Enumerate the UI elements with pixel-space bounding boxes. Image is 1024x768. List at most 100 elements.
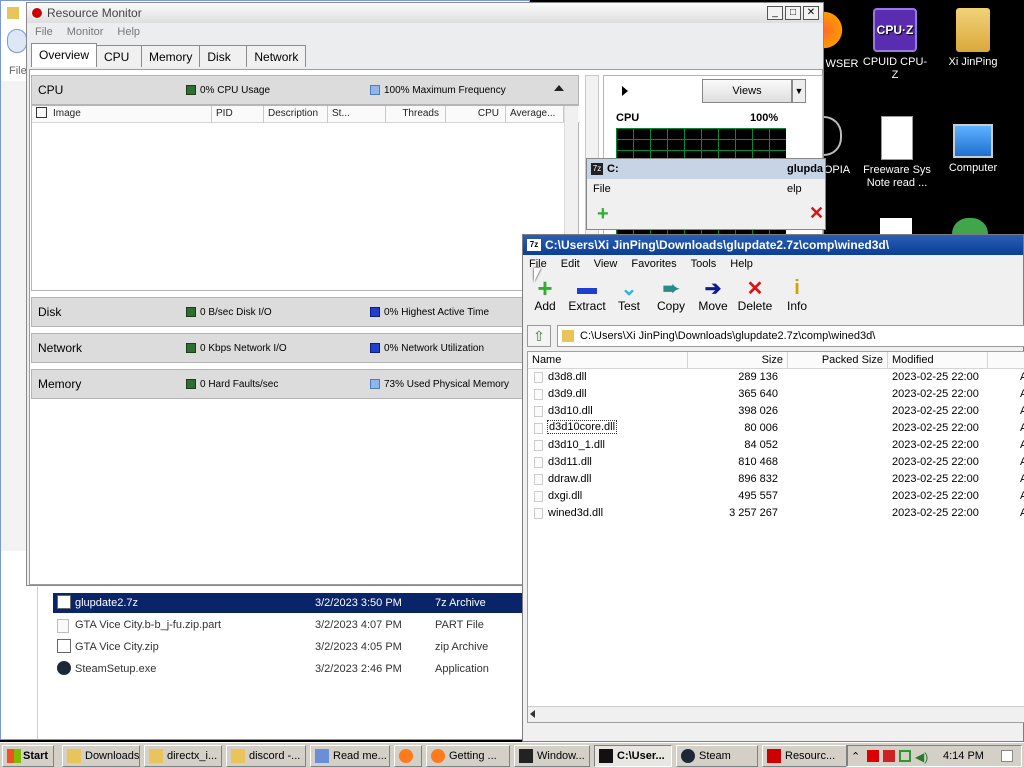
network-icon[interactable] <box>899 750 911 762</box>
file-row[interactable]: d3d10.dll 398 026 2023-02-25 22:00 A <box>528 403 1024 420</box>
action-center-flag-icon[interactable] <box>867 750 879 762</box>
taskbar-item[interactable]: directx_i... <box>144 745 222 767</box>
tab-memory[interactable]: Memory <box>141 45 201 67</box>
collapse-arrow-icon[interactable] <box>554 85 564 91</box>
column-description[interactable]: Description <box>264 106 328 123</box>
column-threads[interactable]: Threads <box>386 106 446 123</box>
file-row[interactable]: d3d10core.dll 80 006 2023-02-25 22:00 A <box>528 420 1024 437</box>
file-name: d3d8.dll <box>548 371 587 383</box>
column-status[interactable]: St... <box>328 106 386 123</box>
taskbar-item[interactable]: discord -... <box>226 745 306 767</box>
chevron-up-icon[interactable]: ⌃ <box>851 750 860 763</box>
tab-overview[interactable]: Overview <box>31 43 98 67</box>
file-rows: d3d8.dll 289 136 2023-02-25 22:00 Ad3d9.dll… <box>528 369 1024 522</box>
tab-network[interactable]: Network <box>246 45 307 67</box>
file-row[interactable]: wined3d.dll 3 257 267 2023-02-25 22:00 A <box>528 505 1024 522</box>
file-size: 495 557 <box>738 490 778 502</box>
7zip-icon <box>599 749 613 763</box>
add-button[interactable]: + Add <box>525 273 565 314</box>
column-average-cpu[interactable]: Average... <box>506 106 564 123</box>
column-name[interactable]: Name <box>528 352 688 369</box>
file-attributes: A <box>1020 507 1024 519</box>
menu-view[interactable]: View <box>594 258 618 270</box>
file-row[interactable]: dxgi.dll 495 557 2023-02-25 22:00 A <box>528 488 1024 505</box>
taskbar-item-label: Window... <box>537 750 585 762</box>
tab-cpu[interactable]: CPU <box>96 45 143 67</box>
menu-help[interactable]: Help <box>117 26 140 38</box>
memory-section-header[interactable]: Memory 0 Hard Faults/sec 73% Used Physic… <box>31 369 579 399</box>
file-row[interactable]: glupdate2.7z 3/2/2023 3:50 PM 7z Archive <box>53 593 523 613</box>
maximize-button[interactable]: □ <box>785 6 801 20</box>
taskbar-item-label: Read me... <box>333 750 387 762</box>
tab-disk[interactable]: Disk <box>199 45 248 67</box>
folder-icon <box>562 330 574 342</box>
file-row[interactable]: GTA Vice City.b-b_j-fu.zip.part 3/2/2023… <box>53 615 523 635</box>
expand-arrow-icon[interactable] <box>622 86 628 96</box>
taskbar-item[interactable]: Downloads <box>62 745 140 767</box>
taskbar-item[interactable]: Window... <box>514 745 590 767</box>
views-button[interactable]: Views <box>702 79 792 103</box>
column-size[interactable]: Size <box>688 352 788 369</box>
minimize-button[interactable]: _ <box>767 6 783 20</box>
taskbar-item[interactable]: Resourc... <box>762 745 848 767</box>
column-modified[interactable]: Modified <box>888 352 988 369</box>
volume-icon[interactable]: ◀) <box>915 750 928 764</box>
file-row[interactable]: SteamSetup.exe 3/2/2023 2:46 PM Applicat… <box>53 659 523 679</box>
move-button[interactable]: ➔ Move <box>693 277 733 314</box>
menu-monitor[interactable]: Monitor <box>67 26 104 38</box>
desktop-icon-freeware-note[interactable]: Freeware Sys Note read ... <box>862 116 932 190</box>
test-button[interactable]: ⌄ Test <box>609 277 649 314</box>
menu-help[interactable]: Help <box>730 258 753 270</box>
views-dropdown-arrow[interactable]: ▼ <box>792 79 806 103</box>
resmon-titlebar[interactable]: Resource Monitor _ □ ✕ <box>27 3 823 23</box>
desktop-icon-user[interactable]: Xi JinPing <box>938 8 1008 69</box>
7zip-titlebar[interactable]: 7z C:\Users\Xi JinPing\Downloads\glupdat… <box>523 235 1023 255</box>
file-row[interactable]: d3d11.dll 810 468 2023-02-25 22:00 A <box>528 454 1024 471</box>
extract-button[interactable]: ▬ Extract <box>567 277 607 314</box>
column-packed-size[interactable]: Packed Size <box>788 352 888 369</box>
taskbar-item[interactable]: C:\User... <box>594 745 672 767</box>
steam-icon <box>57 661 71 675</box>
menu-favorites[interactable]: Favorites <box>631 258 676 270</box>
menu-file[interactable]: File <box>9 65 27 77</box>
clock[interactable]: 4:14 PM <box>943 750 984 762</box>
section-title: CPU <box>38 83 64 97</box>
menu-file[interactable]: File <box>35 26 53 38</box>
menu-edit[interactable]: Edit <box>561 258 580 270</box>
close-button[interactable]: ✕ <box>803 6 819 20</box>
scroll-left-arrow[interactable] <box>530 710 535 718</box>
taskbar-item[interactable] <box>394 745 422 767</box>
file-modified: 2023-02-25 22:00 <box>892 422 979 434</box>
flag-icon[interactable] <box>883 750 895 762</box>
start-button[interactable]: Start <box>2 745 54 767</box>
taskbar-item[interactable]: Read me... <box>310 745 390 767</box>
taskbar-item[interactable]: Getting ... <box>426 745 510 767</box>
menu-tools[interactable]: Tools <box>691 258 717 270</box>
desktop-icon-cpuz[interactable]: CPU·Z CPUID CPU-Z <box>860 8 930 82</box>
file-row[interactable]: d3d9.dll 365 640 2023-02-25 22:00 A <box>528 386 1024 403</box>
back-button[interactable] <box>7 29 27 53</box>
dll-file-icon <box>534 406 543 417</box>
file-row[interactable]: ddraw.dll 896 832 2023-02-25 22:00 A <box>528 471 1024 488</box>
horizontal-scrollbar[interactable] <box>528 706 1024 722</box>
show-desktop-icon[interactable] <box>1001 750 1013 762</box>
copy-button[interactable]: ➨ Copy <box>651 277 691 314</box>
cpu-section-header[interactable]: CPU 0% CPU Usage 100% Maximum Frequency <box>31 75 579 105</box>
menu-file[interactable]: File <box>593 183 611 195</box>
info-button[interactable]: i Info <box>777 277 817 314</box>
file-modified: 2023-02-25 22:00 <box>892 507 979 519</box>
column-cpu[interactable]: CPU <box>446 106 506 123</box>
column-pid[interactable]: PID <box>212 106 264 123</box>
file-row[interactable]: d3d10_1.dll 84 052 2023-02-25 22:00 A <box>528 437 1024 454</box>
file-row[interactable]: d3d8.dll 289 136 2023-02-25 22:00 A <box>528 369 1024 386</box>
menu-help[interactable]: elp <box>787 183 802 195</box>
column-image[interactable]: Image <box>32 106 212 123</box>
disk-section-header[interactable]: Disk 0 B/sec Disk I/O 0% Highest Active … <box>31 297 579 327</box>
desktop-icon-computer[interactable]: Computer <box>938 120 1008 175</box>
taskbar-item[interactable]: Steam <box>676 745 758 767</box>
delete-button[interactable]: ✕ Delete <box>735 277 775 314</box>
file-row[interactable]: GTA Vice City.zip 3/2/2023 4:05 PM zip A… <box>53 637 523 657</box>
network-section-header[interactable]: Network 0 Kbps Network I/O 0% Network Ut… <box>31 333 579 363</box>
path-input[interactable]: C:\Users\Xi JinPing\Downloads\glupdate2.… <box>557 325 1024 347</box>
up-folder-button[interactable]: ⇧ <box>527 325 551 347</box>
